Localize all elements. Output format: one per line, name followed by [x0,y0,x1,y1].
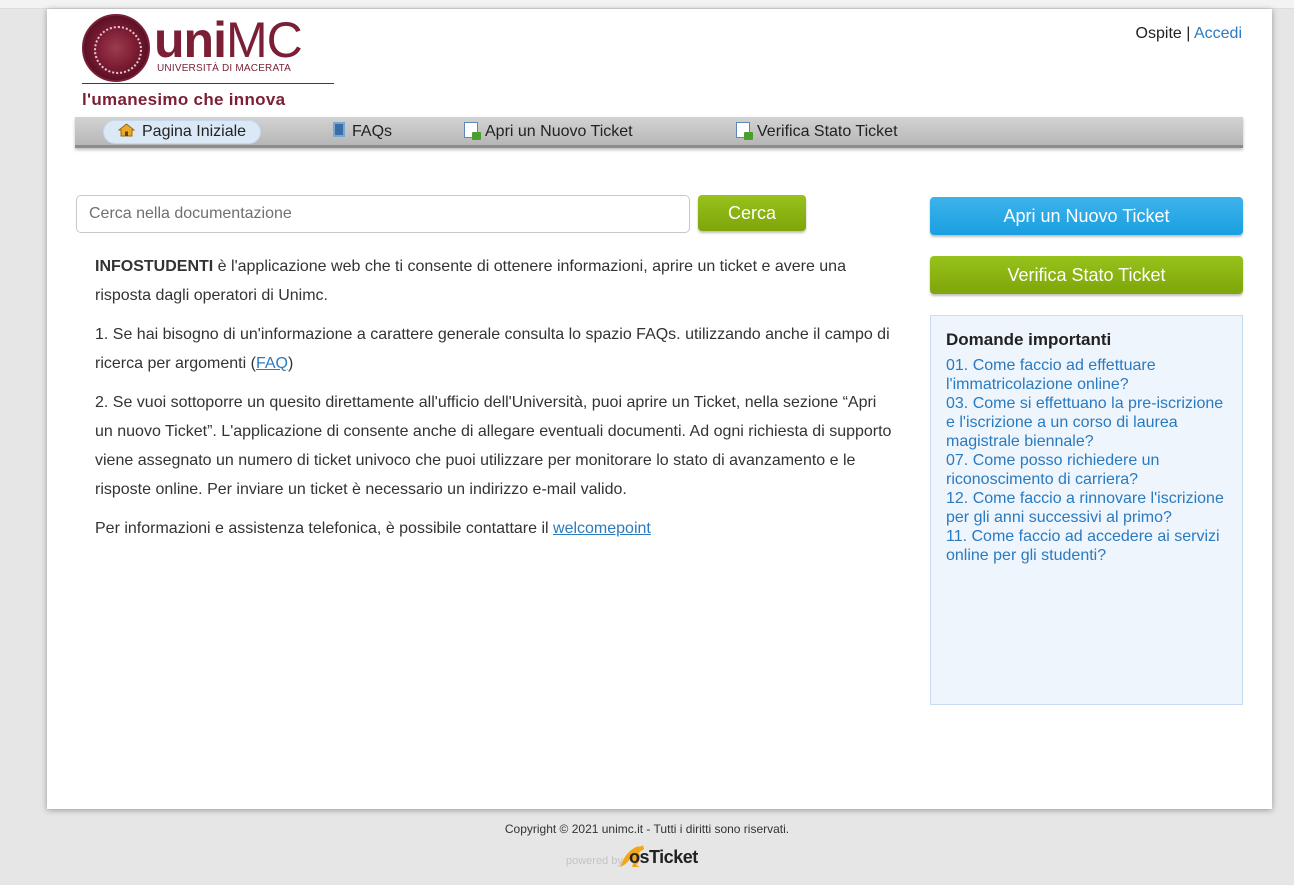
powered-by-label: powered by [566,855,623,867]
nav-label-home: Pagina Iniziale [142,123,247,140]
check-ticket-button[interactable]: Verifica Stato Ticket [930,256,1243,294]
check-ticket-icon [736,121,753,140]
main-content: INFOSTUDENTI è l'applicazione web che ti… [95,252,895,553]
user-separator: | [1181,25,1194,42]
login-link[interactable]: Accedi [1194,25,1242,42]
open-ticket-button[interactable]: Apri un Nuovo Ticket [930,197,1243,235]
faq-question-link[interactable]: 12. Come faccio a rinnovare l'iscrizione… [946,489,1227,527]
osticket-ticket: Ticket [649,847,698,867]
guest-label: Ospite [1135,25,1182,42]
intro-paragraph: INFOSTUDENTI è l'applicazione web che ti… [95,252,895,310]
browser-top-strip [0,0,1294,9]
faq-paragraph-close: ) [287,355,294,372]
nav-item-faqs[interactable]: FAQs [319,120,406,144]
motto: l'umanesimo che innova [82,90,286,109]
powered-by-osticket[interactable]: powered by osTicket [566,843,736,873]
unimc-logo[interactable]: uniMC UNIVERSITÀ DI MACERATA l'umanesimo… [82,14,342,109]
nav-item-new-ticket[interactable]: Apri un Nuovo Ticket [450,120,647,144]
nav-item-check-ticket[interactable]: Verifica Stato Ticket [722,120,912,144]
nav-label-check-ticket: Verifica Stato Ticket [757,123,898,140]
osticket-wordmark: osTicket [629,847,698,868]
search-button[interactable]: Cerca [698,195,806,231]
university-name: UNIVERSITÀ DI MACERATA [157,63,292,74]
contact-text: Per informazioni e assistenza telefonica… [95,520,554,537]
osticket-os: os [629,847,650,867]
intro-app-name: INFOSTUDENTI [95,258,214,275]
page-container: uniMC UNIVERSITÀ DI MACERATA l'umanesimo… [47,9,1272,809]
faq-link[interactable]: FAQ [256,355,288,372]
contact-paragraph: Per informazioni e assistenza telefonica… [95,514,895,543]
main-nav: Pagina Iniziale FAQs Apri un Nuovo Ticke… [75,117,1243,148]
nav-label-faqs: FAQs [352,123,393,140]
faq-question-link[interactable]: 03. Come si effettuano la pre-iscrizione… [946,394,1227,451]
nav-label-new-ticket: Apri un Nuovo Ticket [485,123,633,140]
search-input[interactable] [76,195,690,233]
faq-icon [333,122,345,138]
footer-copyright: Copyright © 2021 unimc.it - Tutti i diri… [504,822,790,836]
user-box: Ospite | Accedi [1136,25,1242,43]
brand-wordmark: uniMC [154,12,303,68]
nav-item-home[interactable]: Pagina Iniziale [103,120,262,144]
faq-question-link[interactable]: 07. Come posso richiedere un riconoscime… [946,451,1227,489]
welcomepoint-link[interactable]: welcomepoint [553,520,651,537]
new-ticket-icon [464,121,481,140]
home-icon [118,123,135,137]
logo-divider [82,83,334,84]
important-questions-box: Domande importanti 01. Come faccio ad ef… [930,315,1243,705]
faq-question-link[interactable]: 11. Come faccio ad accedere ai servizi o… [946,527,1227,565]
university-seal-icon [82,14,150,82]
faq-question-link[interactable]: 01. Come faccio ad effettuare l'immatric… [946,356,1227,394]
ticket-paragraph: 2. Se vuoi sottoporre un quesito diretta… [95,394,892,498]
faq-paragraph-text: 1. Se hai bisogno di un'informazione a c… [95,326,890,372]
important-questions-title: Domande importanti [946,330,1112,349]
faq-paragraph: 1. Se hai bisogno di un'informazione a c… [95,320,895,378]
